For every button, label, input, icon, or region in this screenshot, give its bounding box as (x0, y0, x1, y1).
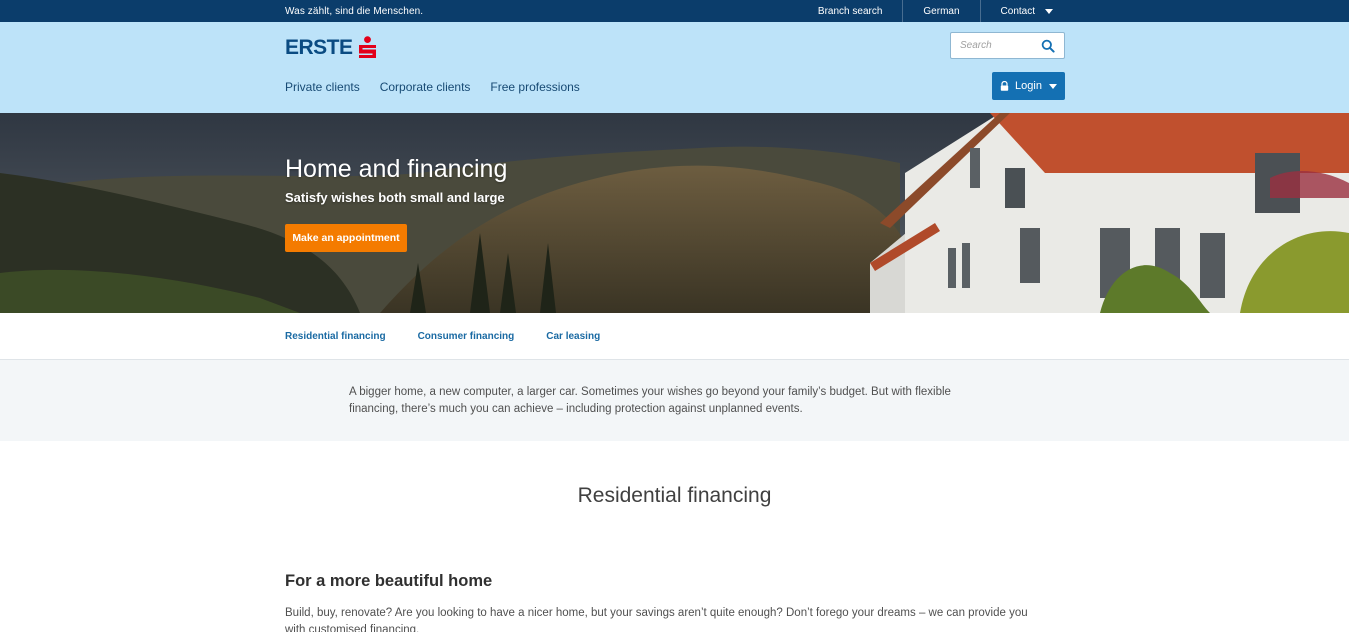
top-bar: Was zählt, sind die Menschen. Branch sea… (0, 0, 1349, 22)
hero-title: Home and financing (285, 155, 508, 183)
hero-subtitle: Satisfy wishes both small and large (285, 190, 505, 205)
hero-banner: Home and financing Satisfy wishes both s… (0, 113, 1349, 313)
login-label: Login (1015, 80, 1042, 92)
intro-text: A bigger home, a new computer, a larger … (349, 386, 951, 415)
make-appointment-button[interactable]: Make an appointment (285, 224, 407, 252)
logo-text: ERSTE (285, 36, 353, 59)
search-icon[interactable] (1041, 39, 1055, 53)
section-title: Residential financing (577, 484, 772, 507)
nav-free-professions[interactable]: Free professions (490, 80, 579, 94)
intro-section: A bigger home, a new computer, a larger … (0, 360, 1349, 441)
lock-icon (1000, 81, 1009, 91)
subnav-car-leasing[interactable]: Car leasing (546, 331, 600, 342)
subnav-residential-financing[interactable]: Residential financing (285, 331, 386, 342)
chevron-down-icon (1048, 83, 1057, 89)
subnav-consumer-financing[interactable]: Consumer financing (418, 331, 515, 342)
login-button[interactable]: Login (992, 72, 1065, 100)
content-text: Build, buy, renovate? Are you looking to… (285, 607, 1028, 632)
chevron-down-icon (1045, 8, 1053, 14)
top-links: Branch search German Contact (798, 0, 1065, 22)
main-nav: Private clients Corporate clients Free p… (285, 80, 600, 94)
sub-nav: Residential financing Consumer financing… (0, 313, 1349, 360)
erste-logo[interactable]: ERSTE (285, 36, 377, 60)
search-input[interactable] (951, 33, 1037, 58)
nav-private-clients[interactable]: Private clients (285, 80, 360, 94)
language-switch-link[interactable]: German (902, 0, 979, 22)
branch-search-link[interactable]: Branch search (798, 0, 902, 22)
contact-dropdown[interactable]: Contact (979, 0, 1065, 22)
tagline: Was zählt, sind die Menschen. (285, 5, 424, 17)
erste-s-logo-icon (358, 36, 376, 58)
nav-corporate-clients[interactable]: Corporate clients (380, 80, 471, 94)
content-heading: For a more beautiful home (285, 572, 493, 590)
search-box (950, 32, 1065, 59)
header: ERSTE Private clients Corporate clients … (0, 22, 1349, 113)
